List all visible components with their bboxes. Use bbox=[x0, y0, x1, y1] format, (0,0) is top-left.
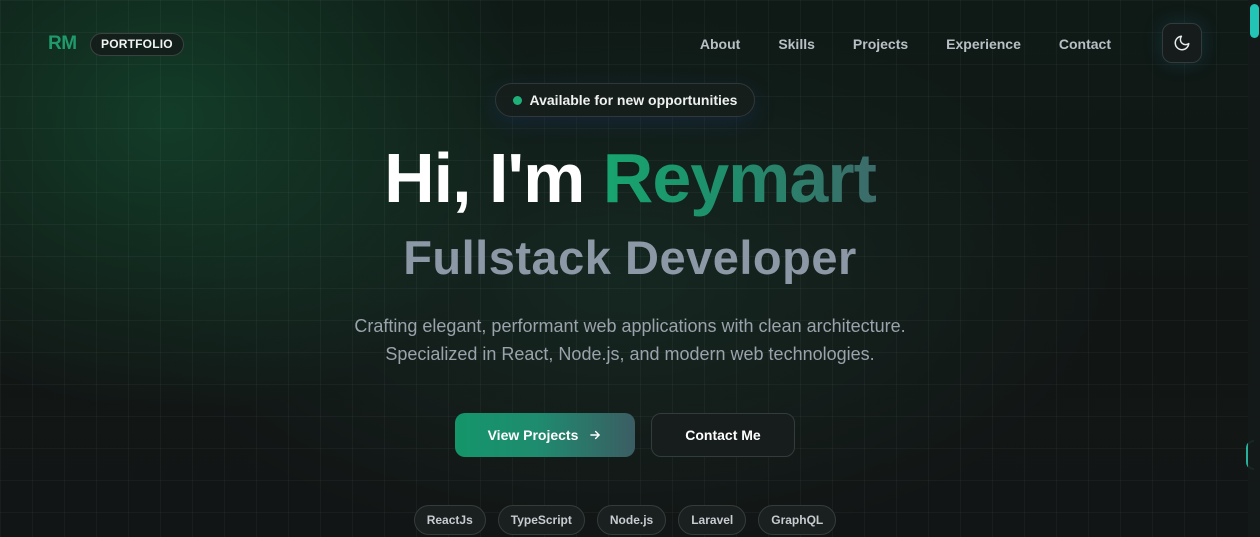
nav-link-projects[interactable]: Projects bbox=[834, 35, 927, 53]
contact-me-button[interactable]: Contact Me bbox=[651, 413, 795, 457]
arrow-right-icon bbox=[590, 430, 601, 440]
moon-icon bbox=[1174, 35, 1190, 51]
portfolio-badge: PORTFOLIO bbox=[90, 33, 184, 56]
status-dot-icon bbox=[512, 95, 522, 105]
nav-link-experience[interactable]: Experience bbox=[927, 35, 1040, 53]
hero-description-line-2: Specialized in React, Node.js, and moder… bbox=[385, 344, 875, 364]
tech-tags: ReactJs TypeScript Node.js Laravel Graph… bbox=[0, 505, 1260, 535]
hero-title: Hi, I'm Reymart bbox=[0, 138, 1260, 218]
availability-text: Available for new opportunities bbox=[529, 92, 738, 108]
tech-tag-laravel: Laravel bbox=[678, 505, 747, 535]
scrollbar-thumb[interactable] bbox=[1250, 4, 1259, 38]
tech-tag-graphql: GraphQL bbox=[758, 505, 837, 535]
tech-tag-nodejs: Node.js bbox=[596, 505, 667, 535]
tech-tag-reactjs: ReactJs bbox=[413, 505, 486, 535]
view-projects-button[interactable]: View Projects bbox=[455, 413, 635, 457]
view-projects-label: View Projects bbox=[487, 427, 579, 443]
nav-link-contact[interactable]: Contact bbox=[1040, 35, 1130, 53]
theme-toggle-button[interactable] bbox=[1162, 23, 1202, 63]
availability-badge: Available for new opportunities bbox=[495, 83, 755, 117]
main-nav: About Skills Projects Experience Contact bbox=[681, 35, 1130, 53]
hero-name: Reymart bbox=[602, 139, 877, 217]
hero-role: Fullstack Developer bbox=[403, 231, 857, 284]
hero-description-line-1: Crafting elegant, performant web applica… bbox=[354, 316, 906, 336]
page-scrollbar[interactable] bbox=[1248, 0, 1260, 537]
nav-link-about[interactable]: About bbox=[681, 35, 759, 53]
logo[interactable]: RM bbox=[48, 33, 77, 55]
hero-description: Crafting elegant, performant web applica… bbox=[0, 312, 1260, 368]
nav-link-skills[interactable]: Skills bbox=[759, 35, 834, 53]
hero-greeting: Hi, I'm bbox=[384, 139, 585, 217]
tech-tag-typescript: TypeScript bbox=[497, 505, 585, 535]
